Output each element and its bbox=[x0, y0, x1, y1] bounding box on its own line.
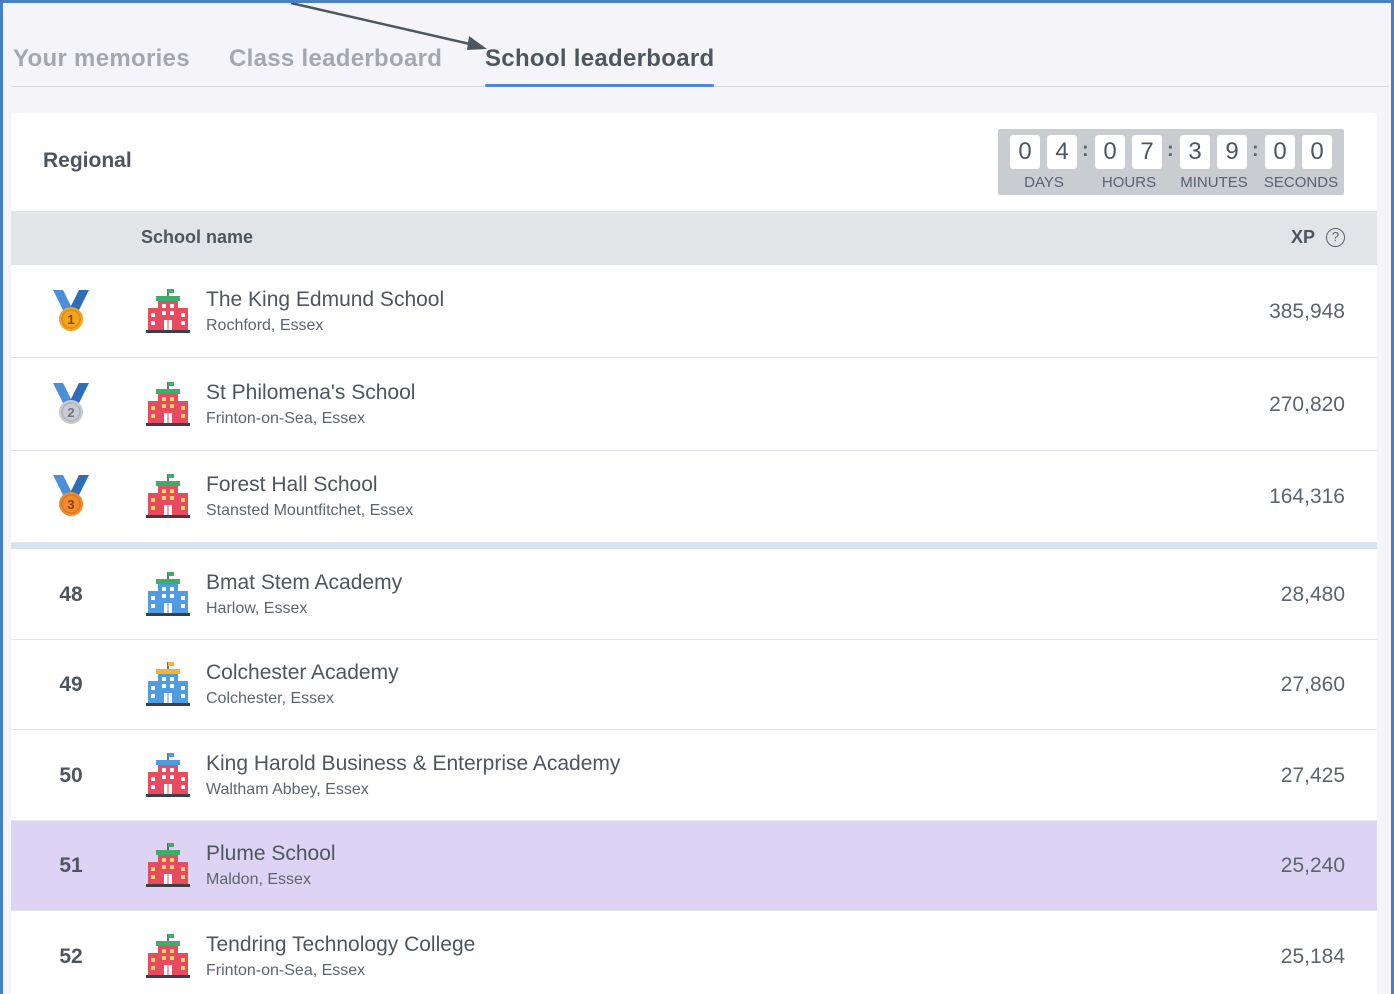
school-building-red-icon bbox=[144, 931, 192, 979]
silver-medal-icon: 2 bbox=[49, 381, 93, 427]
tab-bar: Your memories Class leaderboard School l… bbox=[11, 31, 1389, 87]
rank-number: 48 bbox=[59, 582, 83, 606]
timer-digit: 9 bbox=[1217, 135, 1247, 169]
school-name[interactable]: Plume School bbox=[206, 842, 336, 866]
school-location: Frinton-on-Sea, Essex bbox=[206, 962, 366, 979]
xp-value: 27,425 bbox=[1280, 763, 1345, 787]
xp-value: 25,184 bbox=[1280, 945, 1345, 968]
timer-label-seconds: SECONDS bbox=[1263, 174, 1339, 191]
table-row[interactable]: 50 King Harold Business & Enterprise Aca… bbox=[11, 730, 1377, 821]
svg-text:1: 1 bbox=[67, 312, 74, 327]
school-name[interactable]: King Harold Business & Enterprise Academ… bbox=[206, 752, 620, 776]
table-row[interactable]: 2 St Philomena's School Frinton-on-Sea, E… bbox=[11, 358, 1377, 451]
timer-digit: 7 bbox=[1132, 135, 1162, 169]
countdown-timer: 0 4 : 0 7 : 3 9 : 0 0 DAYS HOURS MINUTES… bbox=[998, 129, 1344, 195]
timer-digit: 0 bbox=[1265, 135, 1295, 169]
school-building-red-icon bbox=[144, 471, 192, 519]
table-row[interactable]: 1 The King Edmund School Rochford, Essex 3… bbox=[11, 265, 1377, 358]
table-row[interactable]: 49 Colchester Academy Colchester, Essex 27… bbox=[11, 640, 1377, 730]
rank-number: 52 bbox=[59, 945, 83, 968]
table-row[interactable]: 48 Bmat Stem Academy Harlow, Essex 28,480 bbox=[11, 549, 1377, 640]
xp-value: 164,316 bbox=[1269, 485, 1345, 508]
timer-digit: 0 bbox=[1010, 135, 1040, 169]
school-building-red-icon bbox=[144, 840, 192, 888]
school-building-red-icon bbox=[144, 379, 192, 427]
svg-text:2: 2 bbox=[67, 405, 74, 420]
school-building-blue-icon bbox=[144, 569, 192, 617]
timer-digit: 3 bbox=[1180, 135, 1210, 169]
timer-digit: 4 bbox=[1047, 135, 1077, 169]
school-location: Maldon, Essex bbox=[206, 871, 311, 888]
timer-label-hours: HOURS bbox=[1101, 174, 1157, 191]
table-header: School name XP ? bbox=[11, 211, 1377, 265]
region-title: Regional bbox=[43, 149, 132, 172]
rank-gap-divider bbox=[11, 543, 1377, 549]
school-name[interactable]: The King Edmund School bbox=[206, 288, 444, 312]
school-location: Stansted Mountfitchet, Essex bbox=[206, 502, 414, 519]
column-header-school-name: School name bbox=[141, 227, 254, 247]
xp-value: 385,948 bbox=[1269, 299, 1345, 323]
tab-school-leaderboard[interactable]: School leaderboard bbox=[485, 45, 715, 87]
tab-your-memories[interactable]: Your memories bbox=[13, 45, 190, 87]
school-name[interactable]: Forest Hall School bbox=[206, 473, 378, 497]
rank-number: 49 bbox=[59, 673, 83, 696]
school-name[interactable]: Tendring Technology College bbox=[206, 933, 475, 957]
xp-value: 25,240 bbox=[1280, 854, 1345, 877]
xp-value: 270,820 bbox=[1269, 392, 1345, 416]
xp-value: 28,480 bbox=[1280, 582, 1345, 606]
school-name[interactable]: St Philomena's School bbox=[206, 381, 415, 405]
rank-number: 51 bbox=[59, 854, 83, 877]
card-header: Regional 0 4 : 0 7 : 3 9 : 0 0 DAYS HOUR… bbox=[11, 113, 1377, 211]
school-location: Colchester, Essex bbox=[206, 690, 335, 707]
gold-medal-icon: 1 bbox=[49, 288, 93, 334]
school-location: Frinton-on-Sea, Essex bbox=[206, 409, 366, 427]
rank-number: 50 bbox=[59, 763, 83, 787]
school-name[interactable]: Colchester Academy bbox=[206, 661, 399, 685]
timer-digit: 0 bbox=[1095, 135, 1125, 169]
leaderboard-card: Regional 0 4 : 0 7 : 3 9 : 0 0 DAYS HOUR… bbox=[11, 113, 1377, 994]
timer-colon: : bbox=[1082, 139, 1089, 161]
timer-colon: : bbox=[1167, 139, 1174, 161]
table-row[interactable]: 52 Tendring Technology College Frinton-on… bbox=[11, 911, 1377, 994]
table-row[interactable]: 51 Plume School Maldon, Essex 25,240 bbox=[11, 821, 1377, 911]
school-location: Rochford, Essex bbox=[206, 316, 324, 334]
xp-value: 27,860 bbox=[1280, 673, 1345, 696]
school-location: Harlow, Essex bbox=[206, 599, 308, 617]
mouse-pointer-icon bbox=[290, 3, 487, 50]
timer-colon: : bbox=[1252, 139, 1259, 161]
svg-text:3: 3 bbox=[67, 497, 74, 512]
timer-digit: 0 bbox=[1302, 135, 1332, 169]
timer-label-minutes: MINUTES bbox=[1180, 174, 1248, 191]
school-building-yellow-icon bbox=[144, 659, 192, 707]
school-location: Waltham Abbey, Essex bbox=[206, 780, 369, 798]
timer-label-days: DAYS bbox=[1024, 174, 1064, 191]
school-building-green-icon bbox=[144, 286, 192, 334]
school-name[interactable]: Bmat Stem Academy bbox=[206, 571, 402, 595]
table-row[interactable]: 3 Forest Hall School Stansted Mountfitche… bbox=[11, 451, 1377, 543]
school-building-pink-icon bbox=[144, 750, 192, 798]
help-icon[interactable]: ? bbox=[1326, 228, 1345, 247]
column-header-xp: XP bbox=[1290, 227, 1315, 247]
bronze-medal-icon: 3 bbox=[49, 473, 93, 519]
